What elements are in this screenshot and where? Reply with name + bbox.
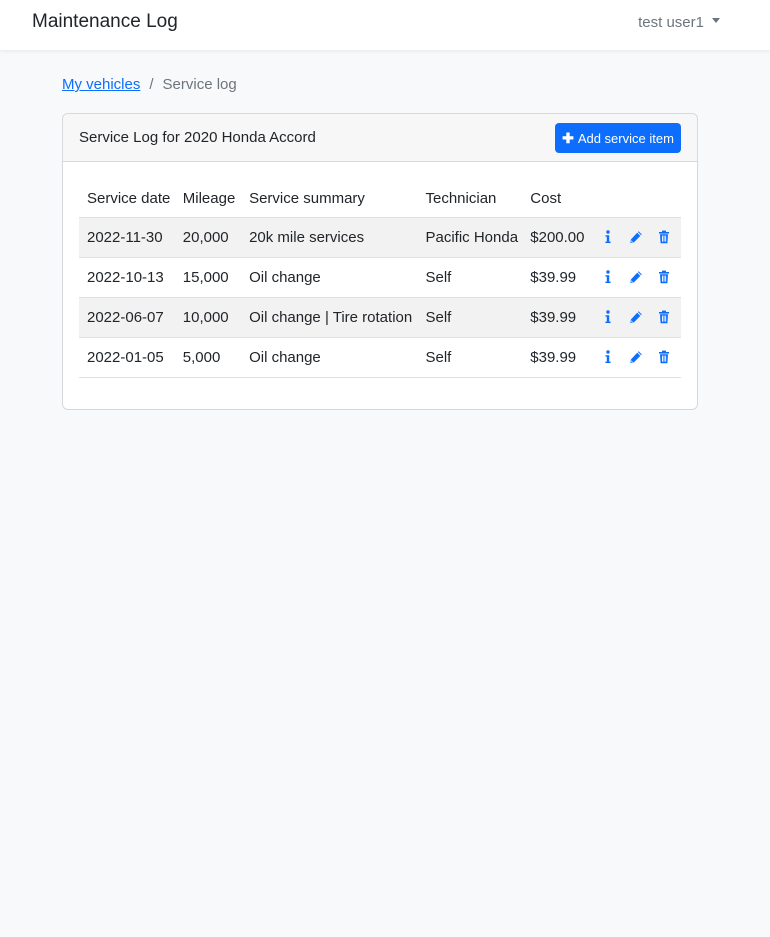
pencil-icon[interactable] bbox=[625, 306, 647, 328]
navbar: Maintenance Log test user1 bbox=[0, 0, 770, 50]
cell-actions bbox=[589, 217, 681, 258]
cell-actions bbox=[589, 297, 681, 338]
trash-icon[interactable] bbox=[653, 226, 675, 248]
cell-cost: $200.00 bbox=[522, 217, 589, 258]
cell-summary: Oil change | Tire rotation bbox=[241, 297, 418, 338]
table-row: 2022-10-13 15,000 Oil change Self $39.99 bbox=[79, 257, 681, 298]
cell-date: 2022-10-13 bbox=[79, 257, 175, 298]
card-header: Service Log for 2020 Honda Accord ✚ Add … bbox=[63, 114, 697, 162]
user-menu-dropdown[interactable]: test user1 bbox=[638, 14, 720, 31]
user-name: test user1 bbox=[638, 14, 704, 31]
cell-summary: Oil change bbox=[241, 257, 418, 298]
plus-icon: ✚ bbox=[562, 129, 574, 146]
pencil-icon[interactable] bbox=[625, 226, 647, 248]
table-header-row: Service date Mileage Service summary Tec… bbox=[79, 181, 681, 218]
cell-actions bbox=[589, 337, 681, 378]
header-cost: Cost bbox=[522, 181, 589, 218]
cell-technician: Pacific Honda bbox=[417, 217, 523, 258]
brand-title[interactable]: Maintenance Log bbox=[32, 11, 178, 33]
add-service-item-button[interactable]: ✚ Add service item bbox=[555, 123, 681, 153]
cell-summary: 20k mile services bbox=[241, 217, 418, 258]
pencil-icon[interactable] bbox=[625, 346, 647, 368]
breadcrumb-my-vehicles-link[interactable]: My vehicles bbox=[62, 76, 140, 93]
table-row: 2022-01-05 5,000 Oil change Self $39.99 bbox=[79, 337, 681, 378]
info-icon[interactable] bbox=[597, 226, 619, 248]
cell-cost: $39.99 bbox=[522, 257, 589, 298]
cell-summary: Oil change bbox=[241, 337, 418, 378]
pencil-icon[interactable] bbox=[625, 266, 647, 288]
service-log-table: Service date Mileage Service summary Tec… bbox=[79, 181, 681, 378]
cell-technician: Self bbox=[417, 257, 523, 298]
breadcrumb: My vehicles / Service log bbox=[62, 76, 237, 93]
cell-mileage: 15,000 bbox=[174, 257, 242, 298]
service-log-card: Service Log for 2020 Honda Accord ✚ Add … bbox=[62, 113, 698, 410]
header-actions bbox=[589, 181, 681, 218]
cell-technician: Self bbox=[417, 337, 523, 378]
breadcrumb-separator: / bbox=[149, 76, 154, 93]
header-technician: Technician bbox=[417, 181, 523, 218]
chevron-down-icon bbox=[712, 18, 720, 23]
header-service-date: Service date bbox=[79, 181, 175, 218]
table-row: 2022-06-07 10,000 Oil change | Tire rota… bbox=[79, 297, 681, 338]
header-mileage: Mileage bbox=[174, 181, 242, 218]
cell-date: 2022-11-30 bbox=[79, 217, 175, 258]
trash-icon[interactable] bbox=[653, 266, 675, 288]
info-icon[interactable] bbox=[597, 346, 619, 368]
add-service-item-label: Add service item bbox=[577, 130, 674, 146]
breadcrumb-current: Service log bbox=[162, 76, 237, 93]
info-icon[interactable] bbox=[597, 306, 619, 328]
info-icon[interactable] bbox=[597, 266, 619, 288]
table-row: 2022-11-30 20,000 20k mile services Paci… bbox=[79, 217, 681, 258]
trash-icon[interactable] bbox=[653, 346, 675, 368]
cell-technician: Self bbox=[417, 297, 523, 338]
cell-mileage: 5,000 bbox=[174, 337, 242, 378]
cell-cost: $39.99 bbox=[522, 297, 589, 338]
cell-mileage: 10,000 bbox=[174, 297, 242, 338]
header-service-summary: Service summary bbox=[241, 181, 418, 218]
cell-date: 2022-01-05 bbox=[79, 337, 175, 378]
cell-cost: $39.99 bbox=[522, 337, 589, 378]
trash-icon[interactable] bbox=[653, 306, 675, 328]
card-title: Service Log for 2020 Honda Accord bbox=[79, 129, 316, 146]
cell-date: 2022-06-07 bbox=[79, 297, 175, 338]
cell-actions bbox=[589, 257, 681, 298]
cell-mileage: 20,000 bbox=[174, 217, 242, 258]
